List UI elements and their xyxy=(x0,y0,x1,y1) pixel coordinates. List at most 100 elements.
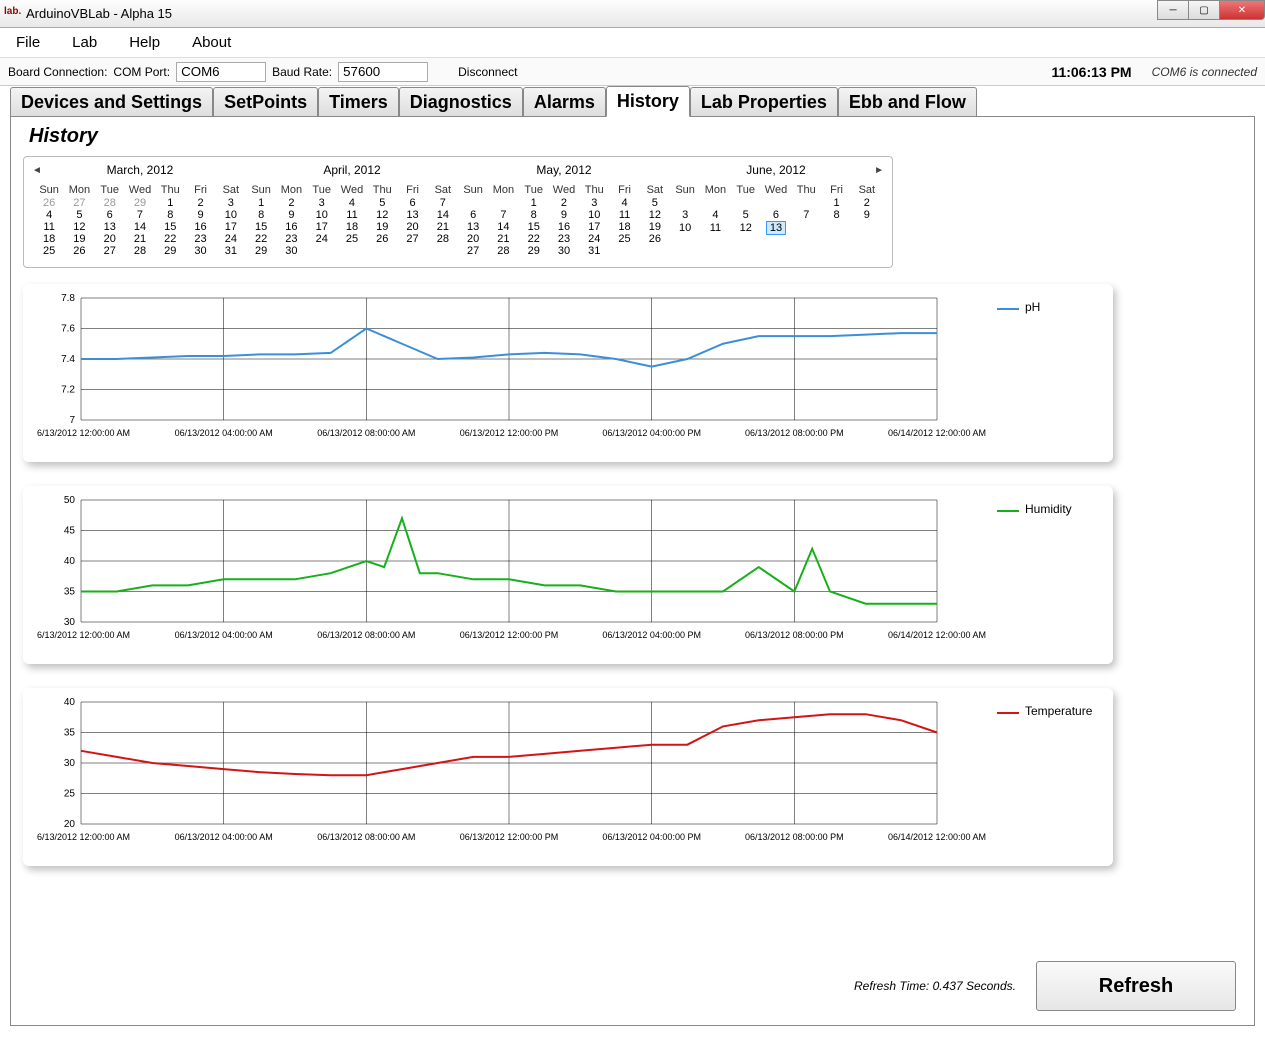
calendar-day[interactable]: 24 xyxy=(216,233,246,245)
calendar-day[interactable]: 31 xyxy=(579,245,609,257)
calendar-day[interactable]: 19 xyxy=(640,221,670,233)
calendar-day[interactable]: 28 xyxy=(95,197,125,209)
calendar-day[interactable]: 28 xyxy=(125,245,155,257)
calendar-day[interactable]: 7 xyxy=(428,197,458,209)
calendar-day[interactable]: 24 xyxy=(579,233,609,245)
calendar-day[interactable]: 5 xyxy=(640,197,670,209)
calendar-day[interactable]: 2 xyxy=(185,197,215,209)
calendar-day[interactable]: 27 xyxy=(458,245,488,257)
calendar-day[interactable]: 8 xyxy=(246,209,276,221)
calendar-day[interactable]: 1 xyxy=(246,197,276,209)
calendar-day[interactable]: 17 xyxy=(307,221,337,233)
calendar-day[interactable]: 6 xyxy=(95,209,125,221)
tab-timers[interactable]: Timers xyxy=(318,87,399,117)
calendar-day[interactable]: 19 xyxy=(64,233,94,245)
calendar-day[interactable]: 30 xyxy=(276,245,306,257)
calendar-day[interactable]: 13 xyxy=(95,221,125,233)
calendar-day[interactable]: 25 xyxy=(609,233,639,245)
disconnect-link[interactable]: Disconnect xyxy=(452,65,523,79)
calendar-day[interactable]: 12 xyxy=(64,221,94,233)
calendar-day[interactable]: 10 xyxy=(670,221,700,235)
calendar-day[interactable]: 13 xyxy=(397,209,427,221)
calendar-day[interactable]: 22 xyxy=(519,233,549,245)
calendar-day[interactable]: 9 xyxy=(852,209,882,221)
calendar-day[interactable]: 7 xyxy=(125,209,155,221)
calendar-day[interactable]: 28 xyxy=(488,245,518,257)
tab-alarms[interactable]: Alarms xyxy=(523,87,606,117)
calendar-day[interactable]: 15 xyxy=(519,221,549,233)
calendar-day[interactable]: 16 xyxy=(185,221,215,233)
calendar-day[interactable]: 10 xyxy=(216,209,246,221)
calendar-day[interactable]: 20 xyxy=(95,233,125,245)
calendar-day[interactable]: 20 xyxy=(458,233,488,245)
calendar-day[interactable]: 20 xyxy=(397,221,427,233)
maximize-button[interactable]: ▢ xyxy=(1188,0,1220,20)
calendar-day[interactable]: 23 xyxy=(185,233,215,245)
calendar-day[interactable]: 11 xyxy=(34,221,64,233)
tab-history[interactable]: History xyxy=(606,86,690,117)
calendar-day[interactable]: 4 xyxy=(609,197,639,209)
calendar-day[interactable]: 22 xyxy=(246,233,276,245)
calendar-day[interactable]: 1 xyxy=(519,197,549,209)
refresh-button[interactable]: Refresh xyxy=(1036,961,1236,1011)
calendar-day[interactable]: 3 xyxy=(216,197,246,209)
menu-help[interactable]: Help xyxy=(121,30,168,55)
calendar-day[interactable]: 30 xyxy=(185,245,215,257)
calendar-day[interactable]: 27 xyxy=(95,245,125,257)
calendar-day[interactable]: 31 xyxy=(216,245,246,257)
menu-lab[interactable]: Lab xyxy=(64,30,105,55)
calendar-day[interactable]: 21 xyxy=(488,233,518,245)
calendar-next-icon[interactable]: ► xyxy=(874,165,884,176)
calendar-day[interactable]: 13 xyxy=(761,221,791,235)
calendar-day[interactable]: 2 xyxy=(549,197,579,209)
calendar-day[interactable]: 12 xyxy=(367,209,397,221)
calendar-day[interactable]: 1 xyxy=(155,197,185,209)
menu-file[interactable]: File xyxy=(8,30,48,55)
calendar-day[interactable]: 29 xyxy=(246,245,276,257)
calendar-day[interactable]: 21 xyxy=(125,233,155,245)
calendar-day[interactable]: 9 xyxy=(276,209,306,221)
calendar-day[interactable]: 13 xyxy=(458,221,488,233)
tab-lab-properties[interactable]: Lab Properties xyxy=(690,87,838,117)
calendar-day[interactable]: 27 xyxy=(397,233,427,245)
minimize-button[interactable]: ─ xyxy=(1157,0,1189,20)
calendar-day[interactable]: 27 xyxy=(64,197,94,209)
calendar-day[interactable]: 29 xyxy=(125,197,155,209)
calendar-day[interactable]: 28 xyxy=(428,233,458,245)
calendar-day[interactable]: 15 xyxy=(155,221,185,233)
calendar-day[interactable]: 9 xyxy=(185,209,215,221)
calendar-day[interactable]: 8 xyxy=(519,209,549,221)
calendar-prev-icon[interactable]: ◄ xyxy=(32,165,42,176)
calendar-day[interactable]: 17 xyxy=(216,221,246,233)
calendar-day[interactable]: 1 xyxy=(821,197,851,209)
tab-devices-and-settings[interactable]: Devices and Settings xyxy=(10,87,213,117)
calendar-day[interactable]: 11 xyxy=(700,221,730,235)
calendar-day[interactable]: 2 xyxy=(276,197,306,209)
calendar-day[interactable]: 24 xyxy=(307,233,337,245)
menu-about[interactable]: About xyxy=(184,30,239,55)
calendar-day[interactable]: 6 xyxy=(397,197,427,209)
calendar-day[interactable]: 29 xyxy=(519,245,549,257)
calendar-day[interactable]: 10 xyxy=(579,209,609,221)
calendar-day[interactable]: 9 xyxy=(549,209,579,221)
calendar-day[interactable]: 14 xyxy=(488,221,518,233)
calendar-day[interactable]: 15 xyxy=(246,221,276,233)
calendar-day[interactable]: 25 xyxy=(337,233,367,245)
calendar-day[interactable]: 4 xyxy=(34,209,64,221)
calendar-day[interactable]: 6 xyxy=(761,209,791,221)
calendar-day[interactable]: 10 xyxy=(307,209,337,221)
calendar-day[interactable]: 12 xyxy=(640,209,670,221)
calendar-day[interactable]: 21 xyxy=(428,221,458,233)
calendar-day[interactable]: 30 xyxy=(549,245,579,257)
calendar-day[interactable]: 25 xyxy=(34,245,64,257)
calendar-day[interactable]: 5 xyxy=(367,197,397,209)
calendar[interactable]: ◄ ► March, 2012SunMonTueWedThuFriSat2627… xyxy=(23,156,893,268)
calendar-day[interactable]: 8 xyxy=(155,209,185,221)
calendar-day[interactable]: 5 xyxy=(64,209,94,221)
calendar-day[interactable]: 18 xyxy=(337,221,367,233)
calendar-day[interactable]: 26 xyxy=(34,197,64,209)
calendar-day[interactable]: 18 xyxy=(609,221,639,233)
com-port-select[interactable] xyxy=(176,62,266,82)
tab-diagnostics[interactable]: Diagnostics xyxy=(399,87,523,117)
calendar-day[interactable]: 4 xyxy=(700,209,730,221)
